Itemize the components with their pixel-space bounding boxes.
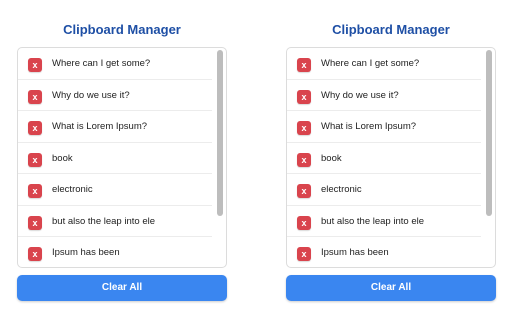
clear-all-button[interactable]: Clear All xyxy=(286,275,496,301)
delete-item-button[interactable]: x xyxy=(28,121,42,135)
list-item: x Ipsum has been xyxy=(18,237,212,267)
delete-item-button[interactable]: x xyxy=(297,58,311,72)
delete-item-button[interactable]: x xyxy=(28,184,42,198)
page-title: Clipboard Manager xyxy=(63,22,181,37)
clipboard-panel-right: Clipboard Manager x Where can I get some… xyxy=(286,0,496,320)
clipboard-items: x Where can I get some? x Why do we use … xyxy=(287,48,481,267)
clipboard-panel-left: Clipboard Manager x Where can I get some… xyxy=(17,0,227,320)
delete-item-button[interactable]: x xyxy=(28,89,42,104)
list-item: x Where can I get some? xyxy=(18,48,212,80)
clipboard-item-text[interactable]: Why do we use it? xyxy=(52,90,130,101)
clipboard-item-text[interactable]: Where can I get some? xyxy=(52,58,150,69)
list-item: x What is Lorem Ipsum? xyxy=(18,111,212,143)
list-item: x book xyxy=(287,143,481,174)
list-item: x Why do we use it? xyxy=(18,80,212,111)
clipboard-item-text[interactable]: What is Lorem Ipsum? xyxy=(52,121,147,132)
delete-item-button[interactable]: x xyxy=(28,215,42,230)
scrollbar-track[interactable] xyxy=(485,50,493,265)
clipboard-items: x Where can I get some? x Why do we use … xyxy=(18,48,212,267)
delete-item-button[interactable]: x xyxy=(28,58,42,72)
clipboard-item-text[interactable]: Where can I get some? xyxy=(321,58,419,69)
list-item: x Where can I get some? xyxy=(287,48,481,80)
scrollbar-track[interactable] xyxy=(216,50,224,265)
delete-item-button[interactable]: x xyxy=(297,89,311,104)
clipboard-list: x Where can I get some? x Why do we use … xyxy=(286,47,496,268)
delete-item-button[interactable]: x xyxy=(297,247,311,261)
delete-item-button[interactable]: x xyxy=(297,184,311,198)
clipboard-item-text[interactable]: book xyxy=(321,153,342,164)
list-item: x but also the leap into ele xyxy=(287,206,481,237)
scrollbar-thumb[interactable] xyxy=(217,50,223,216)
delete-item-button[interactable]: x xyxy=(297,215,311,230)
clipboard-item-text[interactable]: What is Lorem Ipsum? xyxy=(321,121,416,132)
clipboard-item-text[interactable]: electronic xyxy=(321,184,362,195)
clipboard-item-text[interactable]: book xyxy=(52,153,73,164)
clear-all-button[interactable]: Clear All xyxy=(17,275,227,301)
list-item: x Why do we use it? xyxy=(287,80,481,111)
list-item: x book xyxy=(18,143,212,174)
list-item: x but also the leap into ele xyxy=(18,206,212,237)
list-item: x electronic xyxy=(18,174,212,206)
delete-item-button[interactable]: x xyxy=(297,152,311,167)
list-item: x electronic xyxy=(287,174,481,206)
list-item: x What is Lorem Ipsum? xyxy=(287,111,481,143)
clipboard-item-text[interactable]: Why do we use it? xyxy=(321,90,399,101)
clipboard-item-text[interactable]: but also the leap into ele xyxy=(321,216,424,227)
scrollbar-thumb[interactable] xyxy=(486,50,492,216)
clipboard-item-text[interactable]: Ipsum has been xyxy=(321,247,389,258)
clipboard-item-text[interactable]: but also the leap into ele xyxy=(52,216,155,227)
clipboard-list: x Where can I get some? x Why do we use … xyxy=(17,47,227,268)
clipboard-item-text[interactable]: electronic xyxy=(52,184,93,195)
delete-item-button[interactable]: x xyxy=(297,121,311,135)
clipboard-item-text[interactable]: Ipsum has been xyxy=(52,247,120,258)
delete-item-button[interactable]: x xyxy=(28,152,42,167)
list-item: x Ipsum has been xyxy=(287,237,481,267)
delete-item-button[interactable]: x xyxy=(28,247,42,261)
page-title: Clipboard Manager xyxy=(332,22,450,37)
